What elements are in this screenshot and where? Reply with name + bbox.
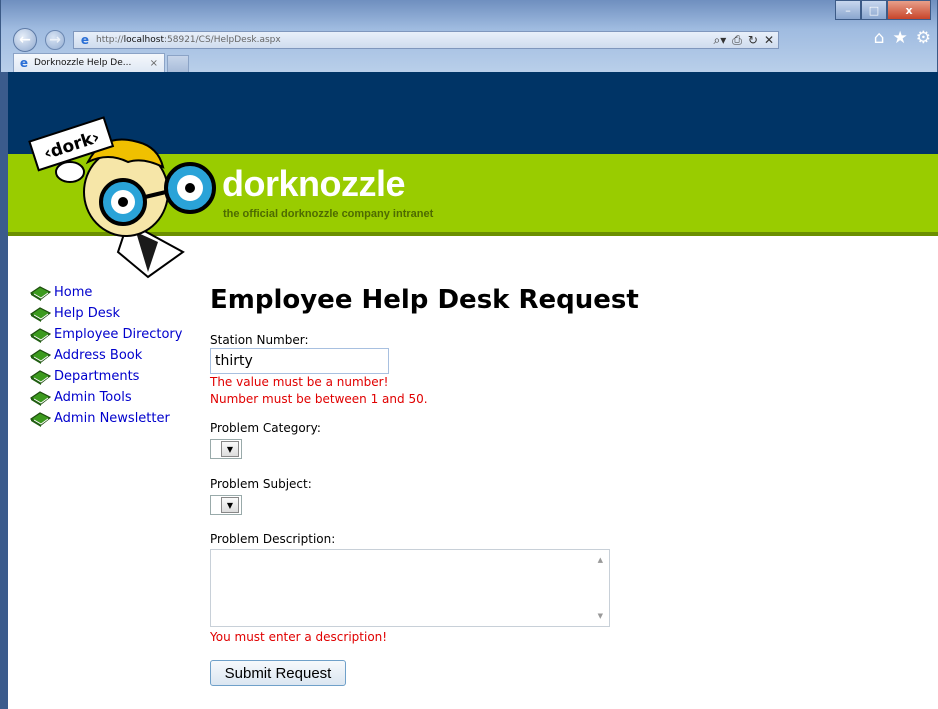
problem-subject-select[interactable]: ▼ (210, 495, 242, 515)
ie-tab-icon: e (19, 56, 29, 70)
sidebar-item-label[interactable]: Help Desk (54, 306, 120, 321)
problem-description-label: Problem Description: (210, 532, 336, 546)
gear-icon[interactable]: ⚙ (916, 28, 931, 48)
sidebar-item-label[interactable]: Admin Newsletter (54, 411, 170, 426)
address-bar[interactable]: e http:// localhost :58921/CS/HelpDesk.a… (73, 31, 779, 49)
browser-tools: ⌂ ★ ⚙ (874, 28, 931, 48)
problem-description-error: You must enter a description! (210, 630, 388, 644)
tab-title: Dorknozzle Help De... (34, 58, 132, 68)
book-icon (30, 390, 51, 406)
help-desk-form: Employee Help Desk Request Station Numbe… (210, 280, 850, 686)
browser-tab[interactable]: e Dorknozzle Help De... × (13, 53, 165, 72)
sidebar-item-home[interactable]: Home (30, 282, 182, 303)
home-icon[interactable]: ⌂ (874, 28, 885, 48)
window-controls: – □ x (835, 0, 931, 20)
sidebar-item-label[interactable]: Admin Tools (54, 390, 132, 405)
stop-icon[interactable]: ✕ (764, 33, 774, 48)
compatibility-icon[interactable]: ⎙ (732, 33, 742, 48)
sidebar-item-help-desk[interactable]: Help Desk (30, 303, 182, 324)
page-title: Employee Help Desk Request (210, 285, 639, 315)
station-number-range-error: Number must be between 1 and 50. (210, 392, 428, 406)
station-number-label: Station Number: (210, 333, 309, 347)
book-icon (30, 285, 51, 301)
sidebar-item-admin-tools[interactable]: Admin Tools (30, 387, 182, 408)
close-window-button[interactable]: x (887, 0, 931, 20)
url-host: localhost (123, 35, 164, 45)
url-prefix: http:// (96, 35, 124, 45)
scroll-up-icon[interactable]: ▲ (598, 556, 603, 564)
sidebar-item-label[interactable]: Departments (54, 369, 139, 384)
sidebar-nav: Home Help Desk Employee Directory Addres… (30, 282, 182, 429)
address-bar-icons: ⌕▾ ⎙ ↻ ✕ (714, 33, 774, 48)
minimize-button[interactable]: – (835, 0, 861, 20)
station-number-input[interactable] (210, 348, 389, 374)
chevron-down-icon[interactable]: ▼ (221, 497, 239, 513)
sidebar-item-address-book[interactable]: Address Book (30, 345, 182, 366)
ie-page-icon: e (80, 33, 90, 47)
problem-category-label: Problem Category: (210, 421, 321, 435)
forward-button[interactable]: → (45, 30, 65, 50)
sidebar-item-employee-directory[interactable]: Employee Directory (30, 324, 182, 345)
sidebar-item-admin-newsletter[interactable]: Admin Newsletter (30, 408, 182, 429)
browser-chrome: – □ x ← → e http:// localhost :58921/CS/… (0, 0, 938, 72)
problem-subject-label: Problem Subject: (210, 477, 312, 491)
site-brand: dorknozzle (222, 163, 406, 204)
sidebar-item-label[interactable]: Address Book (54, 348, 142, 363)
book-icon (30, 369, 51, 385)
refresh-icon[interactable]: ↻ (748, 33, 758, 48)
problem-description-textarea[interactable]: ▲ ▼ (210, 549, 610, 627)
sidebar-item-label[interactable]: Employee Directory (54, 327, 182, 342)
book-icon (30, 306, 51, 322)
url-path: :58921/CS/HelpDesk.aspx (163, 35, 281, 45)
dorknozzle-mascot-logo: ‹dork› (28, 116, 216, 279)
sidebar-item-label[interactable]: Home (54, 285, 92, 300)
submit-request-button[interactable]: Submit Request (210, 660, 346, 686)
page-content: ‹dork› dorknozzle the official dorknozzl… (0, 72, 938, 709)
site-tagline: the official dorknozzle company intranet (223, 208, 434, 220)
maximize-button[interactable]: □ (861, 0, 887, 20)
tab-close-icon[interactable]: × (150, 58, 158, 69)
back-button[interactable]: ← (13, 28, 37, 52)
scroll-down-icon[interactable]: ▼ (598, 612, 603, 620)
book-icon (30, 348, 51, 364)
chevron-down-icon[interactable]: ▼ (221, 441, 239, 457)
sidebar-item-departments[interactable]: Departments (30, 366, 182, 387)
search-icon[interactable]: ⌕▾ (714, 33, 727, 48)
favorites-star-icon[interactable]: ★ (893, 28, 908, 48)
book-icon (30, 411, 51, 427)
book-icon (30, 327, 51, 343)
station-number-type-error: The value must be a number! (210, 375, 389, 389)
new-tab-button[interactable] (167, 55, 189, 72)
problem-category-select[interactable]: ▼ (210, 439, 242, 459)
